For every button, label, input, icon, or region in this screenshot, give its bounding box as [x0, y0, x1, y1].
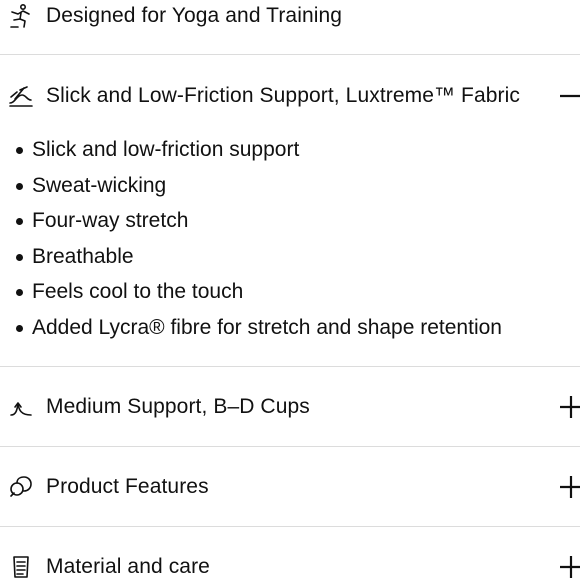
minus-icon[interactable]: [558, 84, 580, 108]
support-icon: [8, 394, 34, 420]
accordion-item-yoga-training[interactable]: Designed for Yoga and Training: [0, 2, 580, 30]
list-item: Sweat-wicking: [14, 168, 502, 204]
accordion-item-luxtreme-fabric[interactable]: Slick and Low-Friction Support, Luxtreme…: [0, 82, 580, 110]
care-label-icon: [8, 554, 34, 580]
plus-icon[interactable]: [558, 555, 580, 579]
divider: [0, 366, 580, 367]
list-item: Added Lycra® fibre for stretch and shape…: [14, 310, 502, 346]
divider: [0, 54, 580, 55]
accordion-item-material-care[interactable]: Material and care: [0, 553, 580, 581]
yoga-pose-icon: [8, 3, 34, 29]
accordion-item-label: Product Features: [46, 475, 209, 498]
plus-icon[interactable]: [558, 475, 580, 499]
list-item: Breathable: [14, 239, 502, 275]
product-features-icon: [8, 474, 34, 500]
list-item: Four-way stretch: [14, 203, 502, 239]
plus-icon[interactable]: [558, 395, 580, 419]
accordion-item-product-features[interactable]: Product Features: [0, 473, 580, 501]
feature-bullet-list: Slick and low-friction support Sweat-wic…: [14, 132, 502, 345]
divider: [0, 526, 580, 527]
fabric-glide-icon: [8, 83, 34, 109]
accordion-item-label: Material and care: [46, 555, 210, 578]
accordion-item-label: Medium Support, B–D Cups: [46, 395, 310, 418]
list-item: Feels cool to the touch: [14, 274, 502, 310]
list-item: Slick and low-friction support: [14, 132, 502, 168]
accordion-item-label: Designed for Yoga and Training: [46, 4, 343, 27]
divider: [0, 446, 580, 447]
accordion-item-medium-support[interactable]: Medium Support, B–D Cups: [0, 393, 580, 421]
accordion-item-label: Slick and Low-Friction Support, Luxtreme…: [46, 84, 520, 107]
